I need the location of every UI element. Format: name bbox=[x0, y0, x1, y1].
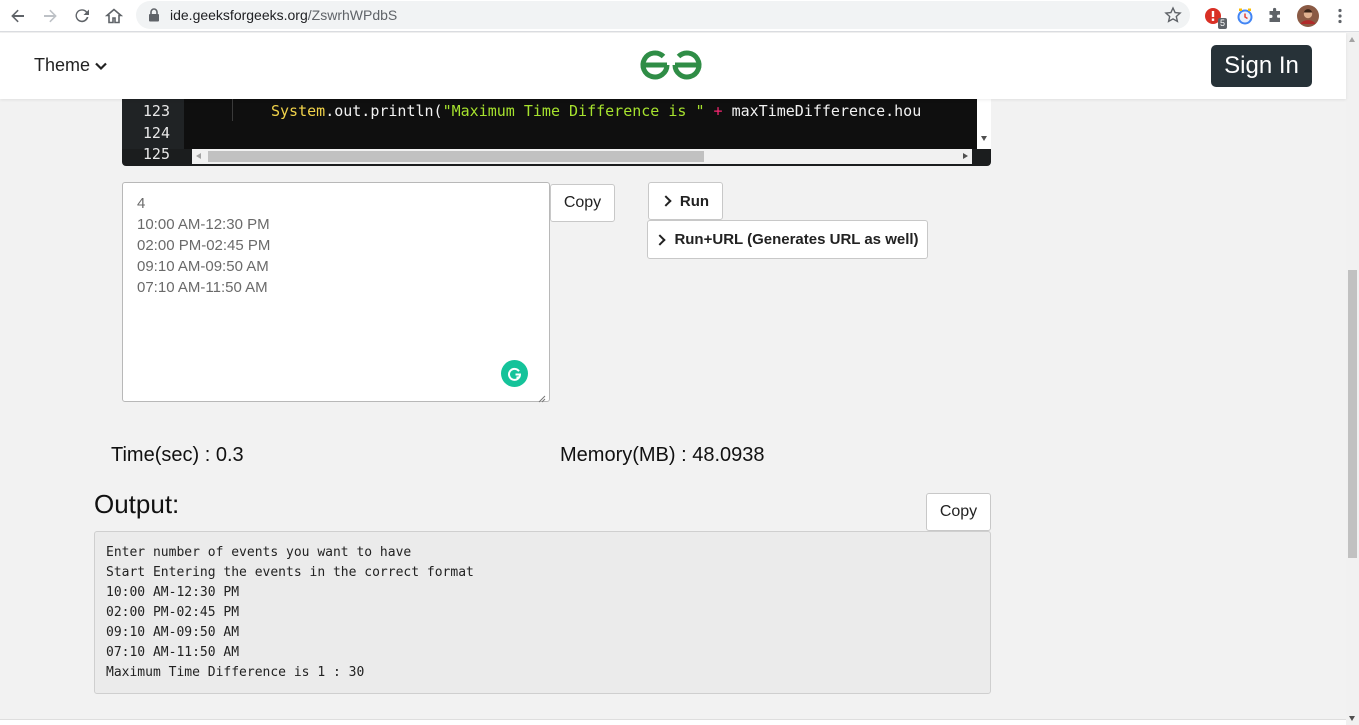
browser-toolbar: ide.geeksforgeeks.org/ZswrhWPdbS 5 bbox=[0, 0, 1359, 32]
timer-extension-icon[interactable] bbox=[1233, 4, 1257, 28]
memory-usage: Memory(MB) : 48.0938 bbox=[560, 444, 765, 466]
site-header: Theme Sign In bbox=[0, 33, 1346, 99]
scroll-right-icon[interactable] bbox=[963, 153, 968, 159]
execution-time: Time(sec) : 0.3 bbox=[111, 444, 244, 466]
code-token-class: System bbox=[271, 102, 326, 120]
back-icon[interactable] bbox=[6, 4, 30, 28]
output-panel: Enter number of events you want to have … bbox=[94, 531, 991, 694]
page-bottom-edge bbox=[0, 719, 1346, 725]
line-number: 124 bbox=[142, 124, 170, 142]
copy-output-button[interactable]: Copy bbox=[926, 493, 991, 531]
run-button[interactable]: Run bbox=[648, 182, 723, 220]
browser-menu-icon[interactable] bbox=[1328, 4, 1352, 28]
line-number: 123 bbox=[142, 102, 170, 120]
lock-icon bbox=[148, 8, 160, 27]
code-token-variable: maxTimeDifference.hou bbox=[731, 102, 922, 120]
extension-badge: 5 bbox=[1217, 18, 1227, 29]
code-area[interactable]: System.out.println("Maximum Time Differe… bbox=[184, 99, 987, 149]
line-number-gutter: 123 124 125 bbox=[122, 99, 184, 163]
scroll-left-icon[interactable] bbox=[196, 153, 201, 159]
adblock-extension-icon[interactable]: 5 bbox=[1201, 4, 1227, 29]
output-title: Output: bbox=[94, 489, 180, 519]
chevron-right-icon bbox=[660, 195, 672, 207]
run-url-button-label: Run+URL (Generates URL as well) bbox=[674, 231, 919, 248]
editor-horizontal-scrollbar-thumb[interactable] bbox=[208, 151, 704, 162]
forward-icon[interactable] bbox=[38, 4, 62, 28]
copy-input-button[interactable]: Copy bbox=[550, 184, 615, 222]
bookmark-star-icon[interactable] bbox=[1164, 6, 1182, 29]
theme-dropdown[interactable]: Theme bbox=[34, 55, 108, 76]
code-editor[interactable]: 123 124 125 System.out.println("Maximum … bbox=[122, 99, 991, 166]
chevron-right-icon bbox=[654, 233, 667, 246]
url-text: ide.geeksforgeeks.org/ZswrhWPdbS bbox=[170, 7, 397, 23]
scroll-down-icon[interactable] bbox=[1349, 716, 1355, 721]
home-icon[interactable] bbox=[102, 4, 126, 28]
indent-guide bbox=[232, 99, 233, 121]
code-token-operator: + bbox=[713, 102, 723, 120]
grammarly-icon[interactable] bbox=[501, 360, 528, 387]
chevron-down-icon bbox=[94, 55, 108, 76]
address-bar[interactable]: ide.geeksforgeeks.org/ZswrhWPdbS bbox=[136, 1, 1190, 29]
code-token-string: "Maximum Time Difference is " bbox=[442, 102, 705, 120]
editor-horizontal-scrollbar[interactable] bbox=[192, 149, 972, 164]
line-number: 125 bbox=[142, 145, 170, 163]
page-scrollbar-thumb[interactable] bbox=[1348, 270, 1357, 558]
run-button-label: Run bbox=[679, 192, 710, 210]
theme-label: Theme bbox=[34, 55, 91, 75]
stdin-input[interactable]: 4 10:00 AM-12:30 PM 02:00 PM-02:45 PM 09… bbox=[122, 182, 550, 402]
url-host: ide.geeksforgeeks.org bbox=[170, 7, 308, 23]
puzzle-extensions-icon[interactable] bbox=[1263, 4, 1287, 28]
profile-avatar-icon[interactable] bbox=[1296, 4, 1320, 28]
scroll-up-icon[interactable] bbox=[1349, 37, 1355, 42]
sign-in-button[interactable]: Sign In bbox=[1211, 45, 1312, 87]
code-line: System.out.println("Maximum Time Differe… bbox=[271, 100, 921, 122]
run-url-button[interactable]: Run+URL (Generates URL as well) bbox=[647, 220, 928, 259]
gfg-logo[interactable] bbox=[637, 47, 705, 88]
code-token-method: .out.println( bbox=[325, 102, 443, 120]
reload-icon[interactable] bbox=[70, 4, 94, 28]
url-path: /ZswrhWPdbS bbox=[307, 7, 398, 23]
scroll-down-icon[interactable] bbox=[981, 136, 987, 141]
resize-handle-icon[interactable] bbox=[538, 390, 546, 403]
page-scrollbar[interactable] bbox=[1346, 33, 1359, 725]
editor-vertical-scrollbar[interactable] bbox=[977, 99, 991, 149]
